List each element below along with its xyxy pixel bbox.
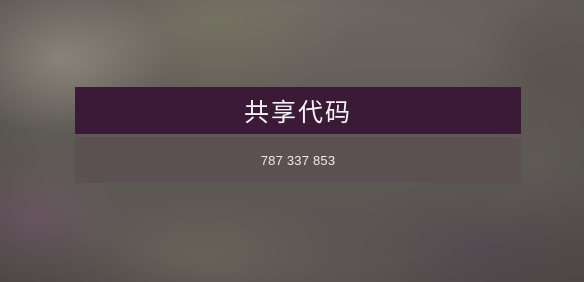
dialog-header: 共享代码	[75, 87, 521, 134]
dialog-body: 787 337 853	[75, 137, 521, 183]
dialog-title: 共享代码	[243, 97, 352, 127]
share-code-dialog: 共享代码 787 337 853	[75, 87, 521, 183]
share-code-value: 787 337 853	[260, 152, 336, 168]
